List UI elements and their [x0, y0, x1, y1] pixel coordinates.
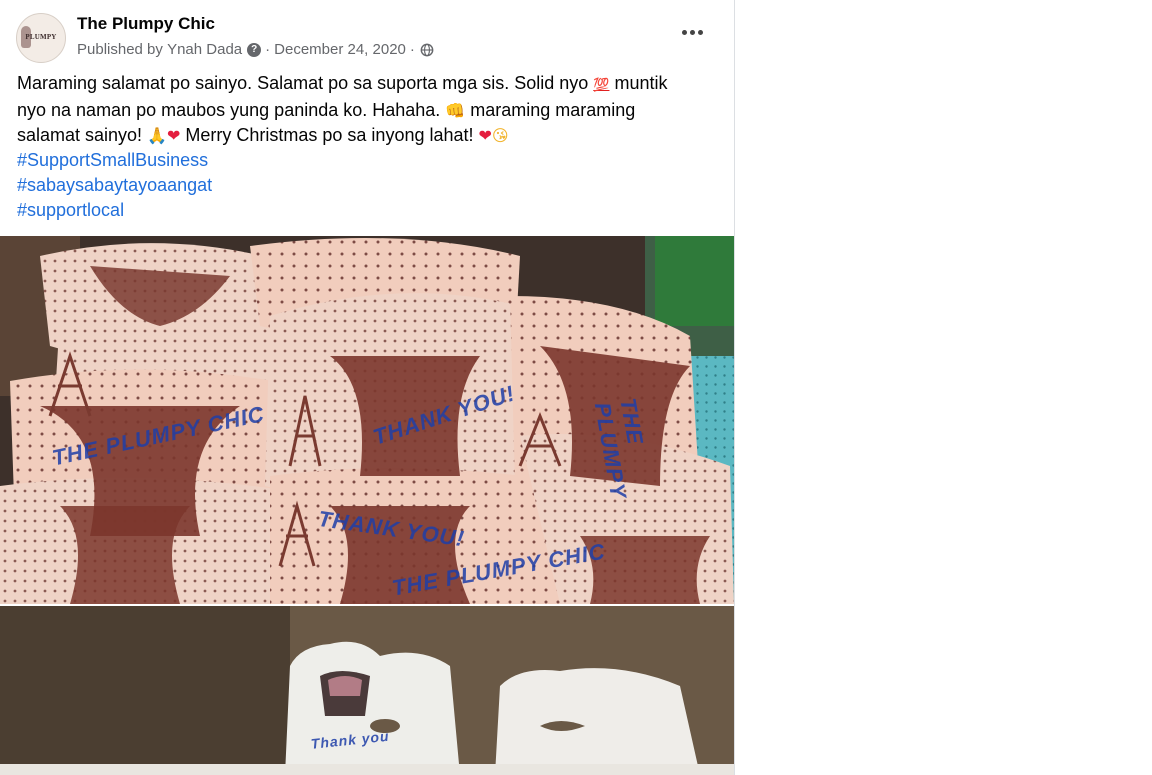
hashtag-link[interactable]: #supportlocal [17, 198, 717, 223]
hashtag-link[interactable]: #sabaysabaytayoaangat [17, 173, 717, 198]
post-message: Maraming salamat po sainyo. Salamat po s… [17, 71, 717, 223]
publisher-name[interactable]: Ynah Dada [167, 41, 242, 58]
meta-separator: · [265, 41, 271, 58]
post-line: Maraming salamat po sainyo. Salamat po s… [17, 71, 717, 98]
praying-hands-icon: 🙏 [147, 126, 167, 145]
text-segment: salamat sainyo! [17, 125, 148, 145]
text-segment: Maraming salamat po sainyo. Salamat po s… [17, 73, 594, 93]
more-options-dot [697, 29, 703, 35]
globe-icon[interactable] [420, 43, 434, 57]
face-blowing-kiss-icon: 😘 [491, 126, 509, 145]
text-segment: nyo na naman po maubos yung paninda ko. … [17, 100, 446, 120]
bottom-divider [0, 764, 734, 775]
avatar-logo-text: PLUMPY [25, 33, 57, 41]
text-segment: Merry Christmas po sa inyong lahat! [180, 125, 479, 145]
page-avatar[interactable]: PLUMPY [16, 13, 66, 63]
post-date[interactable]: December 24, 2020 [274, 41, 406, 58]
red-heart-icon: ❤ [166, 126, 181, 145]
page-name[interactable]: The Plumpy Chic [77, 14, 215, 34]
more-options-dot [689, 29, 695, 35]
meta-separator: · [409, 41, 415, 58]
more-options-button[interactable] [676, 21, 708, 43]
post-line: salamat sainyo! 🙏❤ Merry Christmas po sa… [17, 123, 717, 148]
red-heart-icon: ❤ [478, 126, 492, 145]
text-segment: muntik [609, 73, 668, 93]
packages-photo[interactable]: THE PLUMPY CHIC THANK YOU! THANK YOU! TH… [0, 236, 734, 604]
post-line: nyo na naman po maubos yung paninda ko. … [17, 98, 717, 123]
hashtag-link[interactable]: #SupportSmallBusiness [17, 148, 717, 173]
bags-photo-art [0, 606, 734, 775]
help-icon[interactable]: ? [247, 42, 262, 57]
more-options-icon [681, 29, 687, 35]
hundred-points-icon: 💯 [593, 78, 610, 93]
fist-bump-icon: 👊 [445, 101, 466, 120]
post-meta: Published by Ynah Dada ? · December 24, … [77, 41, 434, 58]
published-by-label: Published by [77, 41, 163, 58]
post-card: PLUMPY The Plumpy Chic Published by Ynah… [0, 0, 735, 775]
bags-photo[interactable]: Thank you [0, 606, 734, 775]
text-segment: maraming maraming [465, 100, 636, 120]
post-header: PLUMPY The Plumpy Chic Published by Ynah… [16, 13, 718, 63]
